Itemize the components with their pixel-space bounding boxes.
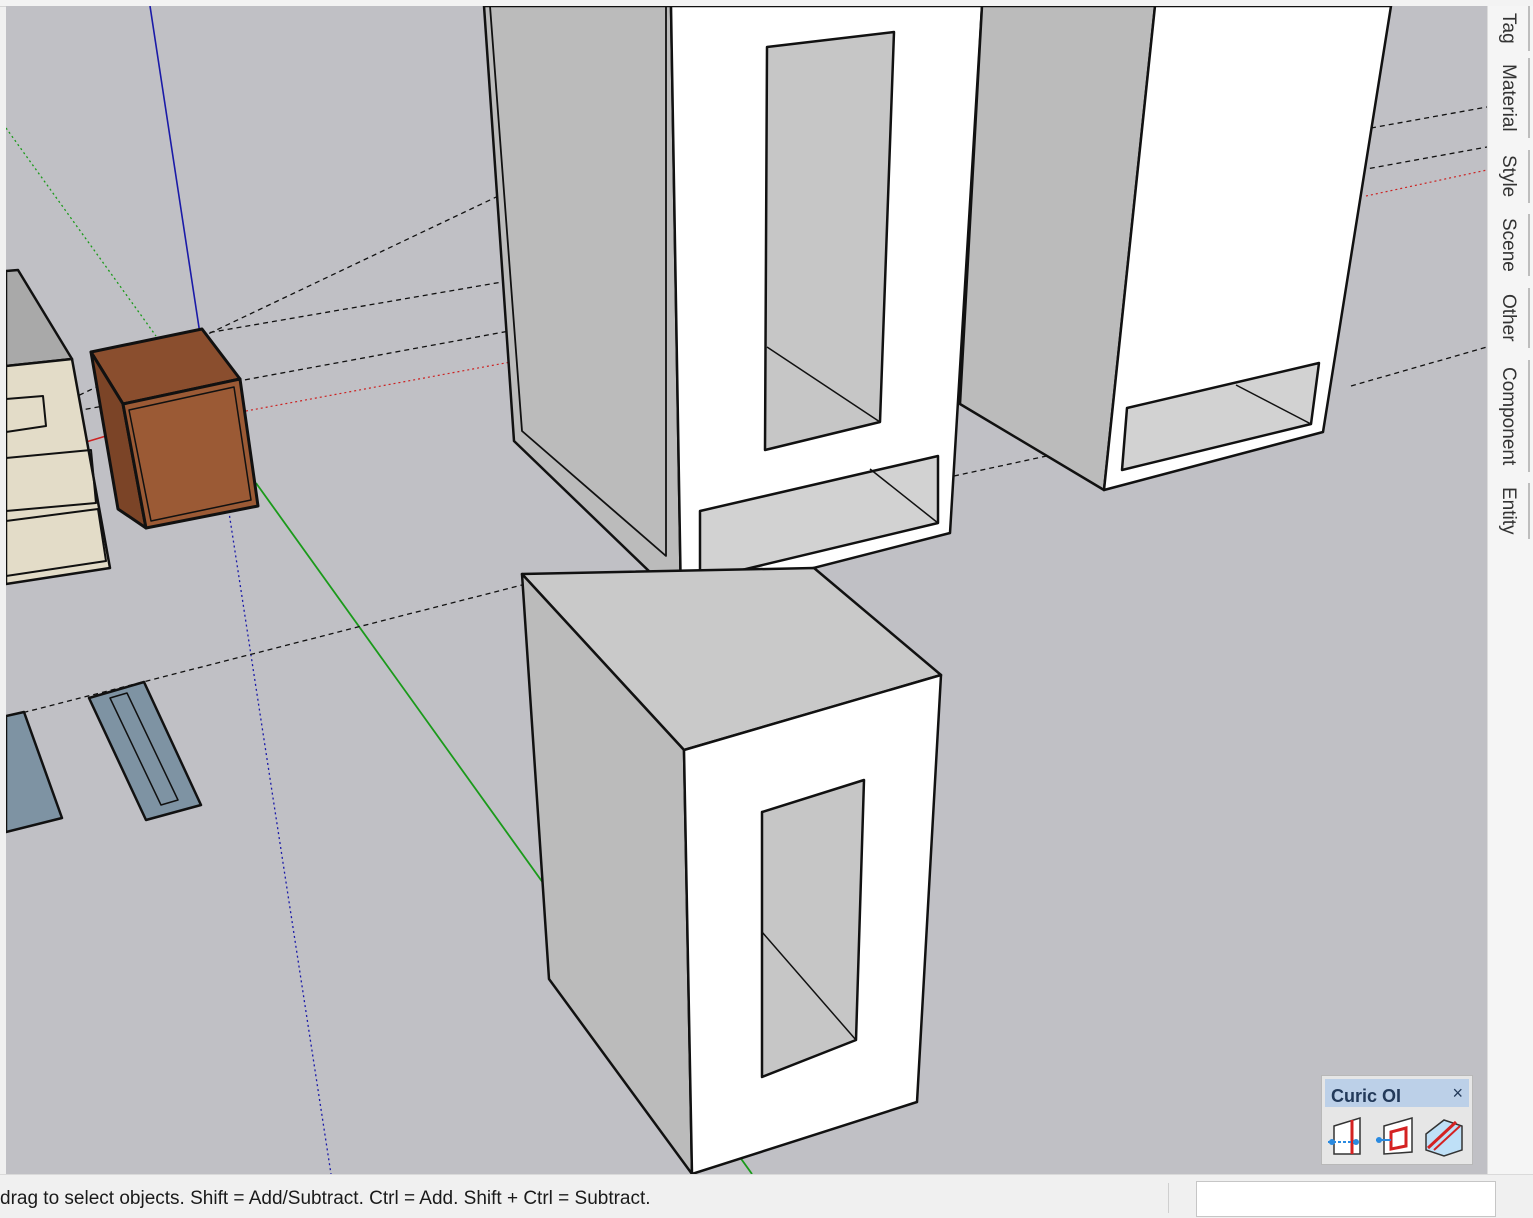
lower-cabinet — [520, 566, 943, 1174]
status-bar: drag to select objects. Shift = Add/Subt… — [0, 1174, 1533, 1218]
model-viewport[interactable] — [6, 6, 1487, 1174]
curic-tool-3-icon[interactable] — [1422, 1114, 1466, 1158]
tray-tab-tag[interactable]: Tag — [1488, 6, 1530, 51]
right-cabinet — [958, 6, 1393, 492]
tray-tab-other[interactable]: Other — [1488, 288, 1530, 348]
curic-panel-header[interactable]: Curic OI × — [1325, 1079, 1469, 1107]
tray-tab-entity[interactable]: Entity — [1488, 483, 1530, 539]
tray-tab-entity-label: Entity — [1498, 487, 1519, 535]
tray-tab-tag-label: Tag — [1498, 13, 1519, 44]
curic-tool-1-icon[interactable] — [1326, 1114, 1370, 1158]
red-axis — [85, 435, 107, 443]
tray-tab-scene[interactable]: Scene — [1488, 214, 1530, 276]
default-tray: Tag Material Style Scene Other Component… — [1487, 6, 1533, 1174]
slate-pieces — [6, 680, 203, 834]
curic-toolbar-panel: Curic OI × — [1321, 1075, 1473, 1165]
tray-tab-material-label: Material — [1498, 64, 1519, 132]
tray-tab-style[interactable]: Style — [1488, 150, 1530, 203]
status-divider — [1168, 1183, 1169, 1213]
upper-cabinet — [482, 6, 984, 604]
red-axis-hidden-right — [1365, 169, 1487, 197]
tray-tab-component-label: Component — [1498, 366, 1519, 466]
tray-tab-scene-label: Scene — [1498, 218, 1519, 272]
status-message: drag to select objects. Shift = Add/Subt… — [0, 1188, 651, 1209]
close-icon[interactable]: × — [1452, 1083, 1463, 1104]
measurements-input[interactable] — [1196, 1181, 1496, 1217]
left-cabinet — [6, 268, 112, 586]
blue-axis — [149, 6, 201, 335]
tray-tab-style-label: Style — [1498, 155, 1519, 198]
curic-tool-2-icon[interactable] — [1374, 1114, 1418, 1158]
tray-tab-material[interactable]: Material — [1488, 58, 1530, 138]
brick-cube — [89, 327, 260, 530]
blue-axis-hidden — [227, 505, 332, 1174]
curic-panel-title: Curic OI — [1331, 1086, 1402, 1106]
red-axis-hidden — [245, 360, 517, 412]
tray-tab-component[interactable]: Component — [1488, 360, 1530, 472]
tray-tab-other-label: Other — [1498, 294, 1519, 342]
